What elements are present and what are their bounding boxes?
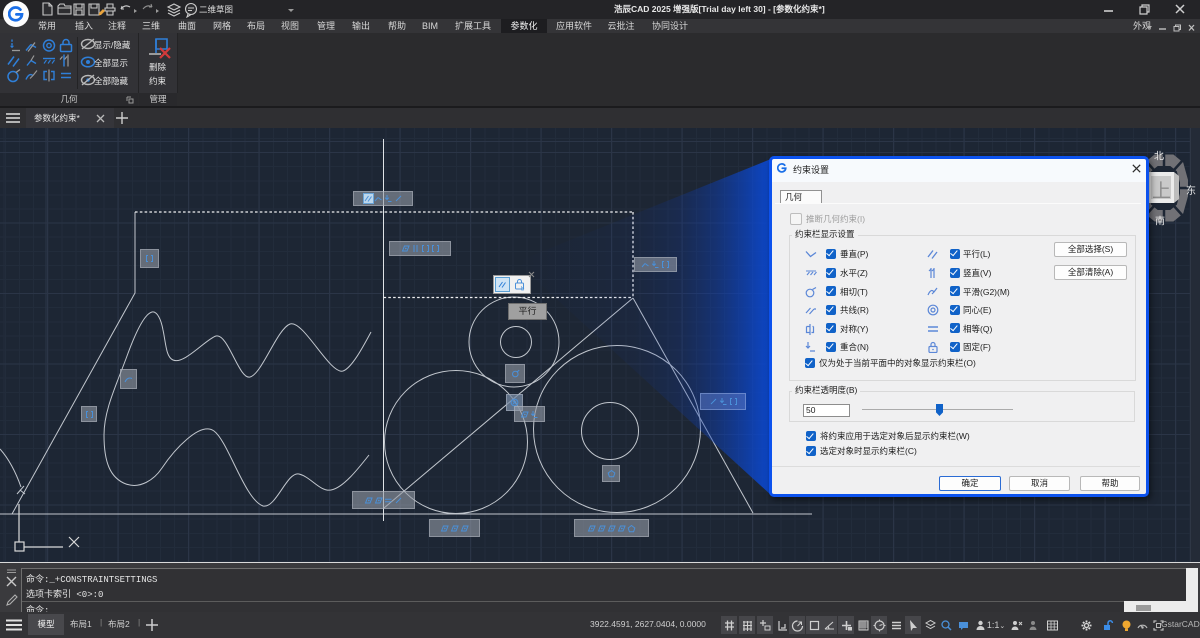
svg-text:北: 北 [1154,151,1164,163]
svg-text:东: 东 [1186,184,1196,197]
svg-text:上: 上 [1152,180,1171,202]
svg-text:南: 南 [1155,215,1165,228]
svg-text:二维草图: 二维草图 [199,5,233,15]
svg-text:b: b [521,287,525,292]
